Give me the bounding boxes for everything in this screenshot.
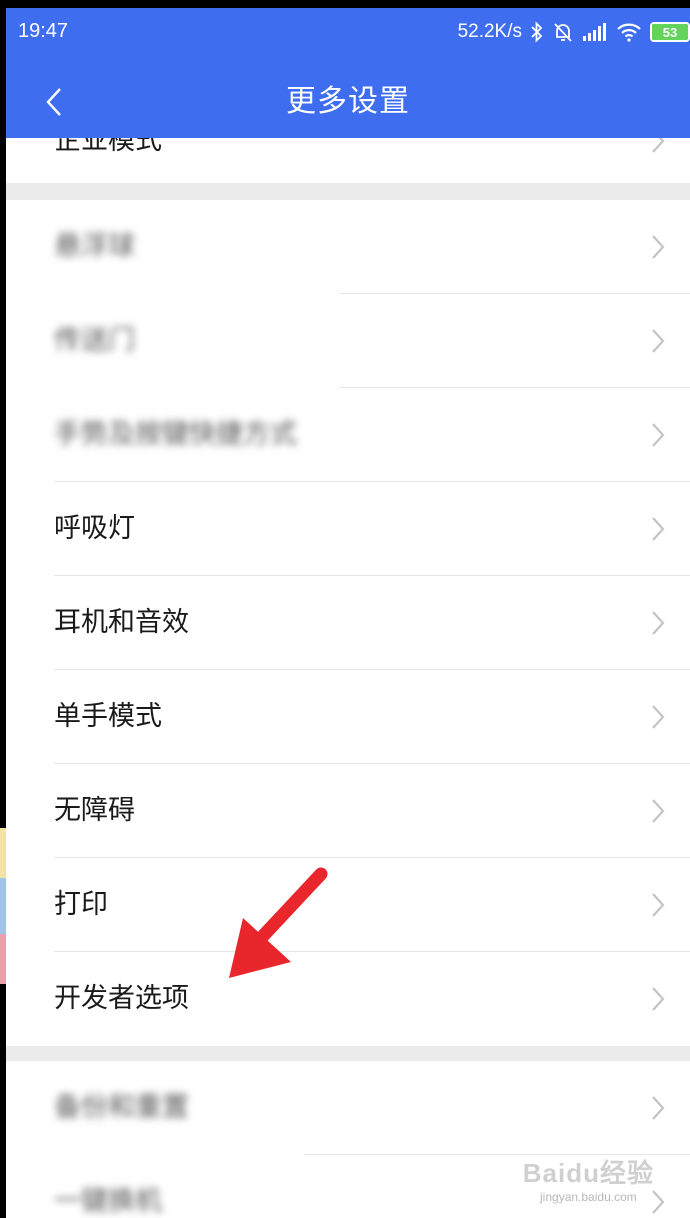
settings-item-floating-ball[interactable]: 悬浮球 [6, 200, 690, 294]
chevron-right-icon [652, 1096, 665, 1120]
settings-item-label: 一键换机 [54, 1186, 162, 1217]
settings-item-label: 开发者选项 [54, 983, 189, 1014]
settings-item-label: 备份和重置 [54, 1092, 189, 1123]
settings-list: 企业模式 悬浮球 传送门 手势及按键快捷方式 呼吸灯 耳机和音效 单手模式 无障… [6, 8, 690, 1218]
group-separator [6, 1046, 690, 1061]
settings-item-developer-options[interactable]: 开发者选项 [6, 952, 690, 1046]
settings-item-label: 传送门 [54, 325, 135, 356]
wifi-icon [616, 20, 642, 44]
bluetooth-icon [530, 20, 544, 44]
watermark-logo: Baidu经验 [522, 1158, 654, 1188]
status-icons: 52.2K/s 53 [458, 20, 690, 44]
chevron-right-icon [652, 987, 665, 1011]
settings-item-label: 无障碍 [54, 795, 135, 826]
page-title: 更多设置 [286, 84, 410, 119]
chevron-right-icon [652, 705, 665, 729]
status-time: 19:47 [18, 20, 69, 42]
settings-group-1: 悬浮球 传送门 手势及按键快捷方式 呼吸灯 耳机和音效 单手模式 无障碍 打印 … [6, 200, 690, 1046]
settings-item-headphones-audio[interactable]: 耳机和音效 [6, 576, 690, 670]
battery-icon: 53 [650, 20, 690, 44]
settings-item-label: 手势及按键快捷方式 [54, 419, 297, 450]
settings-item-label: 耳机和音效 [54, 607, 189, 638]
settings-item-print[interactable]: 打印 [6, 858, 690, 952]
battery-level: 53 [652, 24, 688, 40]
settings-item-label: 悬浮球 [54, 231, 135, 262]
mute-bell-icon [552, 20, 574, 44]
chevron-right-icon [652, 423, 665, 447]
edge-mark [0, 878, 6, 934]
edge-mark [0, 828, 6, 878]
phone-screen: 19:47 52.2K/s 53 更多设置 企业模式 悬浮球 传送门 手势及按键… [6, 8, 690, 1218]
settings-item-backup-reset[interactable]: 备份和重置 [6, 1061, 690, 1155]
edge-mark [0, 934, 6, 984]
app-header: 19:47 52.2K/s 53 更多设置 [6, 8, 690, 138]
watermark-site: jingyan.baidu.com [540, 1190, 637, 1204]
settings-item-accessibility[interactable]: 无障碍 [6, 764, 690, 858]
settings-item-gesture-shortcuts[interactable]: 手势及按键快捷方式 [6, 388, 690, 482]
signal-icon [582, 20, 608, 44]
settings-item-label: 单手模式 [54, 701, 162, 732]
chevron-right-icon [652, 329, 665, 353]
settings-item-one-hand-mode[interactable]: 单手模式 [6, 670, 690, 764]
baidu-watermark: Baidu经验 jingyan.baidu.com [523, 1153, 654, 1204]
status-bar: 19:47 52.2K/s 53 [6, 8, 690, 56]
chevron-right-icon [652, 893, 665, 917]
chevron-right-icon [652, 611, 665, 635]
net-speed: 52.2K/s [457, 21, 522, 42]
settings-item-portal[interactable]: 传送门 [6, 294, 690, 388]
settings-item-breathing-light[interactable]: 呼吸灯 [6, 482, 690, 576]
chevron-right-icon [652, 235, 665, 259]
group-separator [6, 183, 690, 200]
red-arrow-annotation [229, 867, 328, 978]
chevron-right-icon [652, 517, 665, 541]
settings-item-label: 呼吸灯 [54, 513, 135, 544]
chevron-right-icon [652, 799, 665, 823]
settings-item-label: 打印 [54, 889, 108, 920]
